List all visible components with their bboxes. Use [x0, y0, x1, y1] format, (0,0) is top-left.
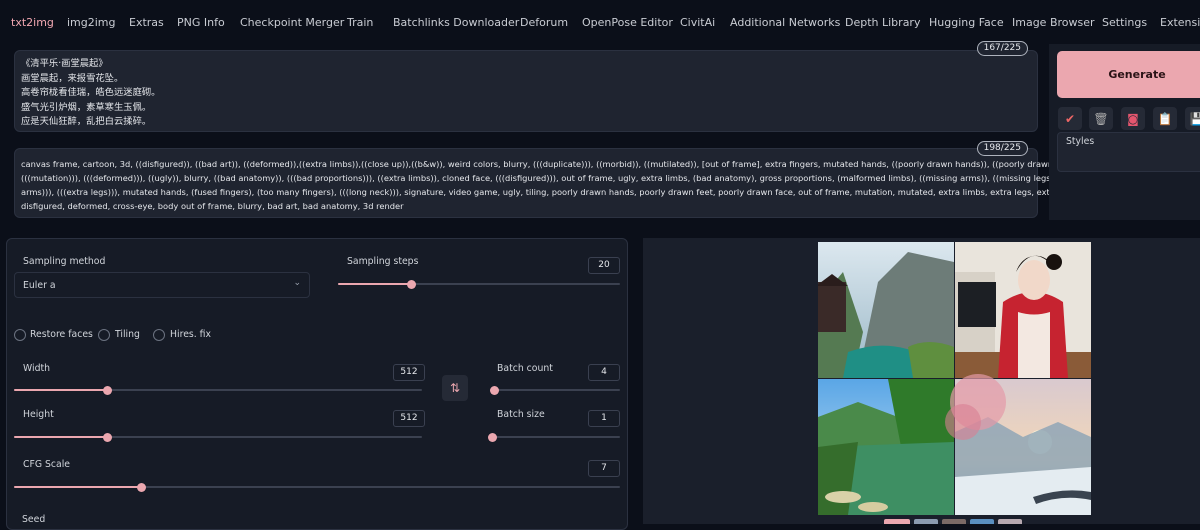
sampling-steps-input[interactable]: 20 [588, 257, 620, 274]
chevron-down-icon: ⌄ [293, 278, 301, 288]
width-input[interactable]: 512 [393, 364, 425, 381]
tiling-checkbox[interactable] [98, 329, 110, 341]
generate-button[interactable]: Generate [1057, 51, 1200, 98]
cfg-scale-slider[interactable] [14, 482, 620, 492]
cfg-scale-thumb[interactable] [136, 482, 146, 492]
generated-image-3 [818, 379, 954, 515]
width-label: Width [23, 363, 51, 374]
generated-image-2 [955, 242, 1091, 378]
batch-count-slider[interactable] [490, 385, 620, 395]
batch-count-input[interactable]: 4 [588, 364, 620, 381]
hires-fix-checkbox[interactable] [153, 329, 165, 341]
tab-deforum[interactable]: Deforum [520, 16, 568, 29]
prompt-text: 《清平乐·画堂晨起》 画堂晨起，来报雪花坠。 高卷帘栊看佳瑞，皓色远迷庭砌。 盛… [21, 57, 160, 130]
save-style-icon[interactable]: ◙ [1121, 107, 1145, 130]
sampling-method-select[interactable]: Euler a ⌄ [14, 272, 310, 298]
batch-size-input[interactable]: 1 [588, 410, 620, 427]
tab-png-info[interactable]: PNG Info [177, 16, 225, 29]
tab-hugging-face[interactable]: Hugging Face [929, 16, 1004, 29]
swap-dimensions-icon[interactable]: ⇅ [442, 375, 468, 401]
prompt-line: 《清平乐·画堂晨起》 [21, 58, 108, 69]
tab-additional-networks[interactable]: Additional Networks [730, 16, 840, 29]
tab-train[interactable]: Train [347, 16, 373, 29]
negative-prompt-line: canvas frame, cartoon, 3d, ((disfigured)… [21, 159, 1083, 169]
floppy-icon[interactable]: 💾 [1185, 107, 1200, 130]
thumbnail[interactable] [942, 519, 966, 524]
tab-checkpoint-merger[interactable]: Checkpoint Merger [240, 16, 344, 29]
tab-txt2img[interactable]: txt2img [11, 16, 54, 29]
height-fill [14, 436, 108, 438]
batch-size-label: Batch size [497, 409, 545, 420]
prompt-textarea[interactable]: 167/225 《清平乐·画堂晨起》 画堂晨起，来报雪花坠。 高卷帘栊看佳瑞，皓… [14, 41, 1038, 132]
sampling-steps-fill [338, 283, 412, 285]
cfg-scale-fill [14, 486, 142, 488]
cfg-scale-input[interactable]: 7 [588, 460, 620, 477]
thumbnail[interactable] [998, 519, 1022, 524]
sampling-steps-slider[interactable] [338, 279, 620, 289]
negative-prompt-token-counter: 198/225 [976, 141, 1028, 156]
width-thumb[interactable] [103, 385, 113, 395]
thumbnail[interactable] [914, 519, 938, 524]
tab-batchlinks-downloader[interactable]: Batchlinks Downloader [393, 16, 519, 29]
batch-size-slider[interactable] [487, 432, 620, 442]
styles-dropdown[interactable]: Styles [1057, 132, 1200, 172]
clipboard-icon[interactable]: 📋 [1153, 107, 1177, 130]
sampling-method-label: Sampling method [23, 256, 106, 267]
tab-depth-library[interactable]: Depth Library [845, 16, 920, 29]
batch-count-thumb[interactable] [490, 385, 500, 395]
tab-openpose-editor[interactable]: OpenPose Editor [582, 16, 673, 29]
negative-prompt-textarea[interactable]: 198/225 canvas frame, cartoon, 3d, ((dis… [14, 141, 1094, 218]
restore-faces-label: Restore faces [30, 329, 93, 340]
negative-prompt-line: disfigured, deformed, cross-eye, body ou… [21, 201, 404, 211]
restore-faces-checkbox[interactable] [14, 329, 26, 341]
tab-settings[interactable]: Settings [1102, 16, 1147, 29]
prompt-line: 盛气光引炉烟，素草寒生玉佩。 [21, 101, 152, 113]
sampling-steps-label: Sampling steps [347, 256, 419, 267]
tab-extensions[interactable]: Extensio [1160, 16, 1200, 29]
hires-fix-label: Hires. fix [170, 329, 212, 340]
image-grid[interactable] [818, 242, 1091, 515]
sampling-steps-thumb[interactable] [406, 279, 416, 289]
thumbnail-strip[interactable] [884, 519, 1024, 524]
cfg-scale-label: CFG Scale [23, 459, 71, 470]
prompt-line: 画堂晨起，来报雪花坠。 [21, 72, 124, 84]
tab-civitai[interactable]: CivitAi [680, 16, 715, 29]
negative-prompt-line: arms))), (((extra legs))), mutated hands… [21, 187, 1085, 197]
height-input[interactable]: 512 [393, 410, 425, 427]
negative-prompt-text: canvas frame, cartoon, 3d, ((disfigured)… [21, 157, 1094, 213]
sampling-method-value: Euler a [23, 280, 56, 291]
width-fill [14, 389, 108, 391]
check-icon[interactable]: ✔ [1058, 107, 1082, 130]
prompt-line: 高卷帘栊看佳瑞，皓色远迷庭砌。 [21, 87, 161, 98]
tab-bar: txt2img img2img Extras PNG Info Checkpoi… [0, 0, 1200, 44]
styles-label: Styles [1066, 136, 1095, 147]
batch-size-thumb[interactable] [487, 432, 497, 442]
height-label: Height [23, 409, 54, 420]
batch-count-label: Batch count [497, 363, 553, 374]
trash-icon[interactable]: 🗑 [1089, 107, 1113, 130]
prompt-token-counter: 167/225 [976, 41, 1028, 56]
thumbnail-selected[interactable] [884, 519, 910, 524]
generated-image-1 [818, 242, 954, 378]
width-slider[interactable] [14, 385, 422, 395]
negative-prompt-line: (((mutation))), (((deformed))), ((ugly))… [21, 173, 1094, 183]
tiling-label: Tiling [115, 329, 140, 340]
seed-label: Seed [22, 514, 46, 525]
tab-extras[interactable]: Extras [129, 16, 164, 29]
height-thumb[interactable] [103, 432, 113, 442]
thumbnail[interactable] [970, 519, 994, 524]
tab-img2img[interactable]: img2img [67, 16, 116, 29]
generated-image-4 [945, 374, 1091, 515]
prompt-line: 应是天仙狂醉，乱把白云揉碎。 [21, 116, 152, 127]
tab-image-browser[interactable]: Image Browser [1012, 16, 1095, 29]
height-slider[interactable] [14, 432, 422, 442]
